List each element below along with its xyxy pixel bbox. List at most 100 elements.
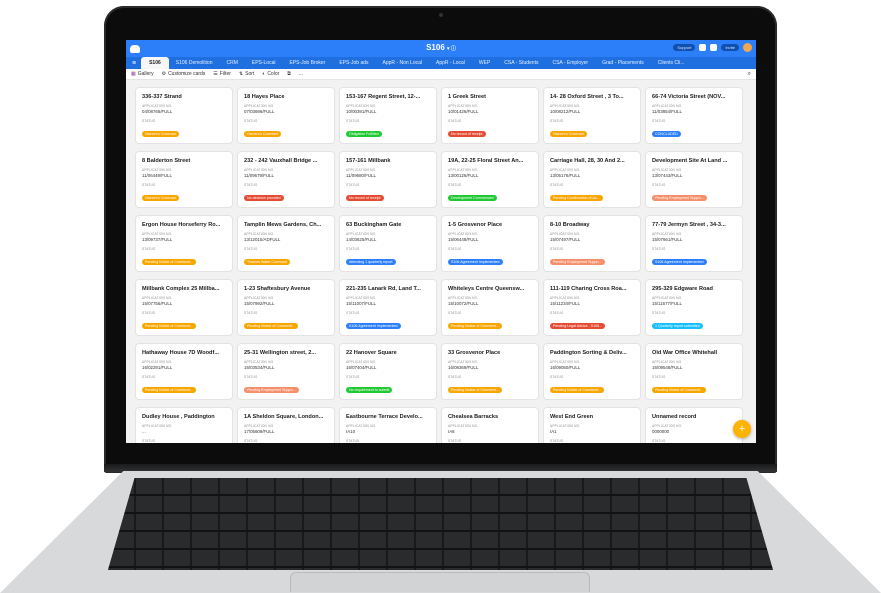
application-no-value: 10/08212/FULL [550,109,581,114]
record-card[interactable]: 1A Sheldon Square, London... APPLICATION … [238,408,334,443]
record-card[interactable]: 33 Grosvenor Place APPLICATION NO. 16/0836… [442,344,538,399]
tab-item[interactable]: Grad - Placements [595,60,651,69]
tab-item[interactable]: WEP [472,60,497,69]
more-button[interactable]: ... [299,71,303,77]
record-card[interactable]: 1-5 Grosvenor Place APPLICATION NO. 15/064… [442,216,538,271]
tab-item[interactable]: CRM [219,60,244,69]
record-card[interactable]: 295-329 Edgware Road APPLICATION NO. 15/11… [646,280,742,335]
application-no-label: APPLICATION NO. [346,168,377,172]
application-no-value: 15/07992/FULL [244,301,275,306]
record-card[interactable]: Carriage Hall, 28, 30 And 2... APPLICATIO… [544,152,640,207]
record-card[interactable]: Ergon House Horseferry Ro... APPLICATION … [136,216,232,271]
help-icon[interactable] [699,44,707,51]
record-card[interactable]: Old War Office Whitehall APPLICATION NO. 1… [646,344,742,399]
record-card[interactable]: West End Green APPLICATION NO. IA1 STATUS [544,408,640,443]
record-card[interactable]: Hathaway House 7D Woodf... APPLICATION NO… [136,344,232,399]
color-button[interactable]: ◐ Color [262,71,279,77]
application-no-value: 10/00391/FULL [346,109,377,114]
status-label: STATUS [142,119,156,123]
record-card[interactable]: 19A, 22-25 Floral Street An... APPLICATIO… [442,152,538,207]
application-no-value: 13/00126/FULL [448,173,479,178]
add-record-button[interactable]: + [733,420,751,438]
record-card[interactable]: Whiteleys Centre Queensw... APPLICATION N… [442,280,538,335]
status-badge: Pending Notice of Comment... [550,387,604,393]
record-card[interactable]: 157-161 Millbank APPLICATION NO. 11/09680/… [340,152,436,207]
application-no-label: APPLICATION NO. [652,232,683,236]
record-card[interactable]: 18 Hayes Place APPLICATION NO. 07/03696/FU… [238,88,334,143]
support-button[interactable]: Support [673,44,696,51]
status-badge: No record of receipt [448,131,486,137]
record-card[interactable]: Unnamed record APPLICATION NO. 0000000 STAT… [646,408,742,443]
tab-item[interactable]: AppR - Non Local [376,60,429,69]
application-no-value: 15/10072/FULL [448,301,479,306]
tab-item[interactable]: Clients Cli... [651,60,692,69]
card-title: 14- 28 Oxford Street , 3 To... [550,94,624,100]
tab-item[interactable]: EPS-Job ads [332,60,375,69]
record-card[interactable]: Eastbourne Terrace Develo... APPLICATION … [340,408,436,443]
record-card[interactable]: 153-167 Regent Street, 12-... APPLICATION… [340,88,436,143]
sort-label: Sort [245,71,255,77]
status-label: STATUS [652,247,666,251]
tab-item[interactable]: EPS-Local [245,60,283,69]
record-card[interactable]: 25-31 Wellington street, 2... APPLICATION… [238,344,334,399]
status-label: STATUS [346,247,360,251]
status-label: STATUS [550,439,564,443]
application-no-value: 17/05609/FULL [244,429,275,434]
base-title[interactable]: S106 ▾ ⓘ [126,43,756,52]
record-card[interactable]: 8 Balderton Street APPLICATION NO. 11/0644… [136,152,232,207]
record-card[interactable]: Millbank Complex 25 Millba... APPLICATION… [136,280,232,335]
record-card[interactable]: 1 Greek Street APPLICATION NO. 10/01426/FU… [442,88,538,143]
sort-button[interactable]: ⇅ Sort [239,71,254,77]
record-card[interactable]: Chealsea Barracks APPLICATION NO. IA8 STATU… [442,408,538,443]
base-title-menu-icon[interactable]: ▾ ⓘ [447,46,456,52]
record-card[interactable]: 1-23 Shaftesbury Avenue APPLICATION NO. 15… [238,280,334,335]
tab-item[interactable]: AppR - Local [429,60,472,69]
invite-button[interactable]: Invite [721,44,739,51]
application-no-value: 15/06448/FULL [448,237,479,242]
tab-item[interactable]: EPS-Job Broker [282,60,332,69]
record-card[interactable]: Tamplin Mews Gardens, Ch... APPLICATION N… [238,216,334,271]
status-badge: Pending Employment Suppo... [244,387,299,393]
card-title: Whiteleys Centre Queensw... [448,286,525,292]
customize-cards-button[interactable]: ⚙ Customize cards [162,71,206,77]
record-card[interactable]: 22 Hanover Square APPLICATION NO. 16/07404… [340,344,436,399]
record-card[interactable]: 66-74 Victoria Street (NOV... APPLICATION… [646,88,742,143]
gallery-grid: 336-337 Strand APPLICATION NO. 04/08766/FU… [126,80,756,443]
tab-item[interactable]: S106 [141,57,169,69]
record-card[interactable]: 14- 28 Oxford Street , 3 To... APPLICATIO… [544,88,640,143]
tab-item[interactable]: S106 Demolition [169,60,220,69]
record-card[interactable]: 63 Buckingham Gate APPLICATION NO. 14/0362… [340,216,436,271]
status-label: STATUS [448,183,462,187]
status-badge: Pending Notice of Comment... [244,323,298,329]
application-no-label: APPLICATION NO. [550,424,581,428]
hamburger-menu-icon[interactable]: ≡ [132,60,136,67]
record-card[interactable]: 77-79 Jermyn Street , 34-3... APPLICATION… [646,216,742,271]
record-card[interactable]: Development Site At Land ... APPLICATION … [646,152,742,207]
keyboard-rows [108,478,773,570]
application-no-label: APPLICATION NO. [550,168,581,172]
share-view-button[interactable]: ⧉ [287,71,291,77]
card-title: Carriage Hall, 28, 30 And 2... [550,158,625,164]
avatar[interactable] [743,43,752,52]
card-title: 153-167 Regent Street, 12-... [346,94,421,100]
card-title: Ergon House Horseferry Ro... [142,222,221,228]
record-card[interactable]: 111-119 Charing Cross Roa... APPLICATION … [544,280,640,335]
settings-icon: ⚙ [161,71,167,77]
record-card[interactable]: Paddington Sorting & Deliv... APPLICATION… [544,344,640,399]
view-switcher[interactable]: ▦ Gallery [131,71,154,77]
filter-icon: ☰ [213,71,218,77]
application-no-label: APPLICATION NO. [142,296,173,300]
tab-item[interactable]: CSA - Students [497,60,545,69]
application-no-value: 11/03854/FULL [652,109,682,114]
notifications-icon[interactable] [710,44,718,51]
record-card[interactable]: 336-337 Strand APPLICATION NO. 04/08766/FU… [136,88,232,143]
search-icon[interactable]: ⌕ [748,71,751,78]
filter-button[interactable]: ☰ Filter [213,71,231,77]
card-title: 77-79 Jermyn Street , 34-3... [652,222,726,228]
record-card[interactable]: 221-235 Lanark Rd, Land T... APPLICATION … [340,280,436,335]
record-card[interactable]: Dudley House , Paddington APPLICATION NO.… [136,408,232,443]
status-label: STATUS [448,247,462,251]
tab-item[interactable]: CSA - Employer [545,60,595,69]
record-card[interactable]: 8-10 Broadway APPLICATION NO. 15/07497/FUL… [544,216,640,271]
record-card[interactable]: 232 - 242 Vauxhall Bridge ... APPLICATION… [238,152,334,207]
